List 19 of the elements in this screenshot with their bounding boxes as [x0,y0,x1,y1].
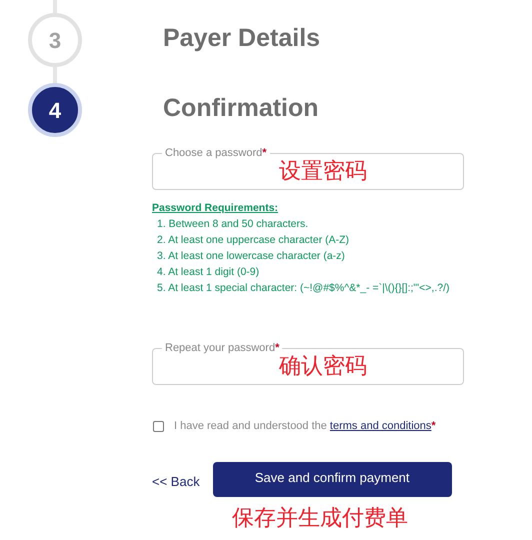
step-title: Confirmation [163,93,319,124]
field-label: Repeat your password* [162,341,282,355]
requirement-item: 5. At least 1 special character: (~!@#$%^&*_- =`|\(){}[]:;"'<>,.?/) [156,281,451,296]
annotation-text: 保存并生成付费单 [232,504,409,532]
annotation-text: 确认密码 [279,352,367,380]
requirement-item: 3. At least one lowercase character (a-z) [156,249,346,264]
field-label: Choose a password* [162,146,270,160]
submit-button[interactable]: Save and confirm payment [212,462,452,496]
terms-text: I have read and understood the [174,419,327,434]
step-title: Payer Details [163,23,320,54]
terms-checkbox[interactable] [153,420,164,432]
back-link[interactable]: << Back [152,472,200,492]
annotation-text: 设置密码 [279,157,367,185]
requirements-title: Password Requirements: [152,201,280,216]
requirement-item: 4. At least 1 digit (0-9) [156,265,260,280]
requirement-item: 2. At least one uppercase character (A-Z) [156,233,350,248]
requirement-item: 1. Between 8 and 50 characters. [156,217,310,232]
terms-link[interactable]: terms and conditions [330,418,432,434]
required-mark: * [431,419,436,434]
